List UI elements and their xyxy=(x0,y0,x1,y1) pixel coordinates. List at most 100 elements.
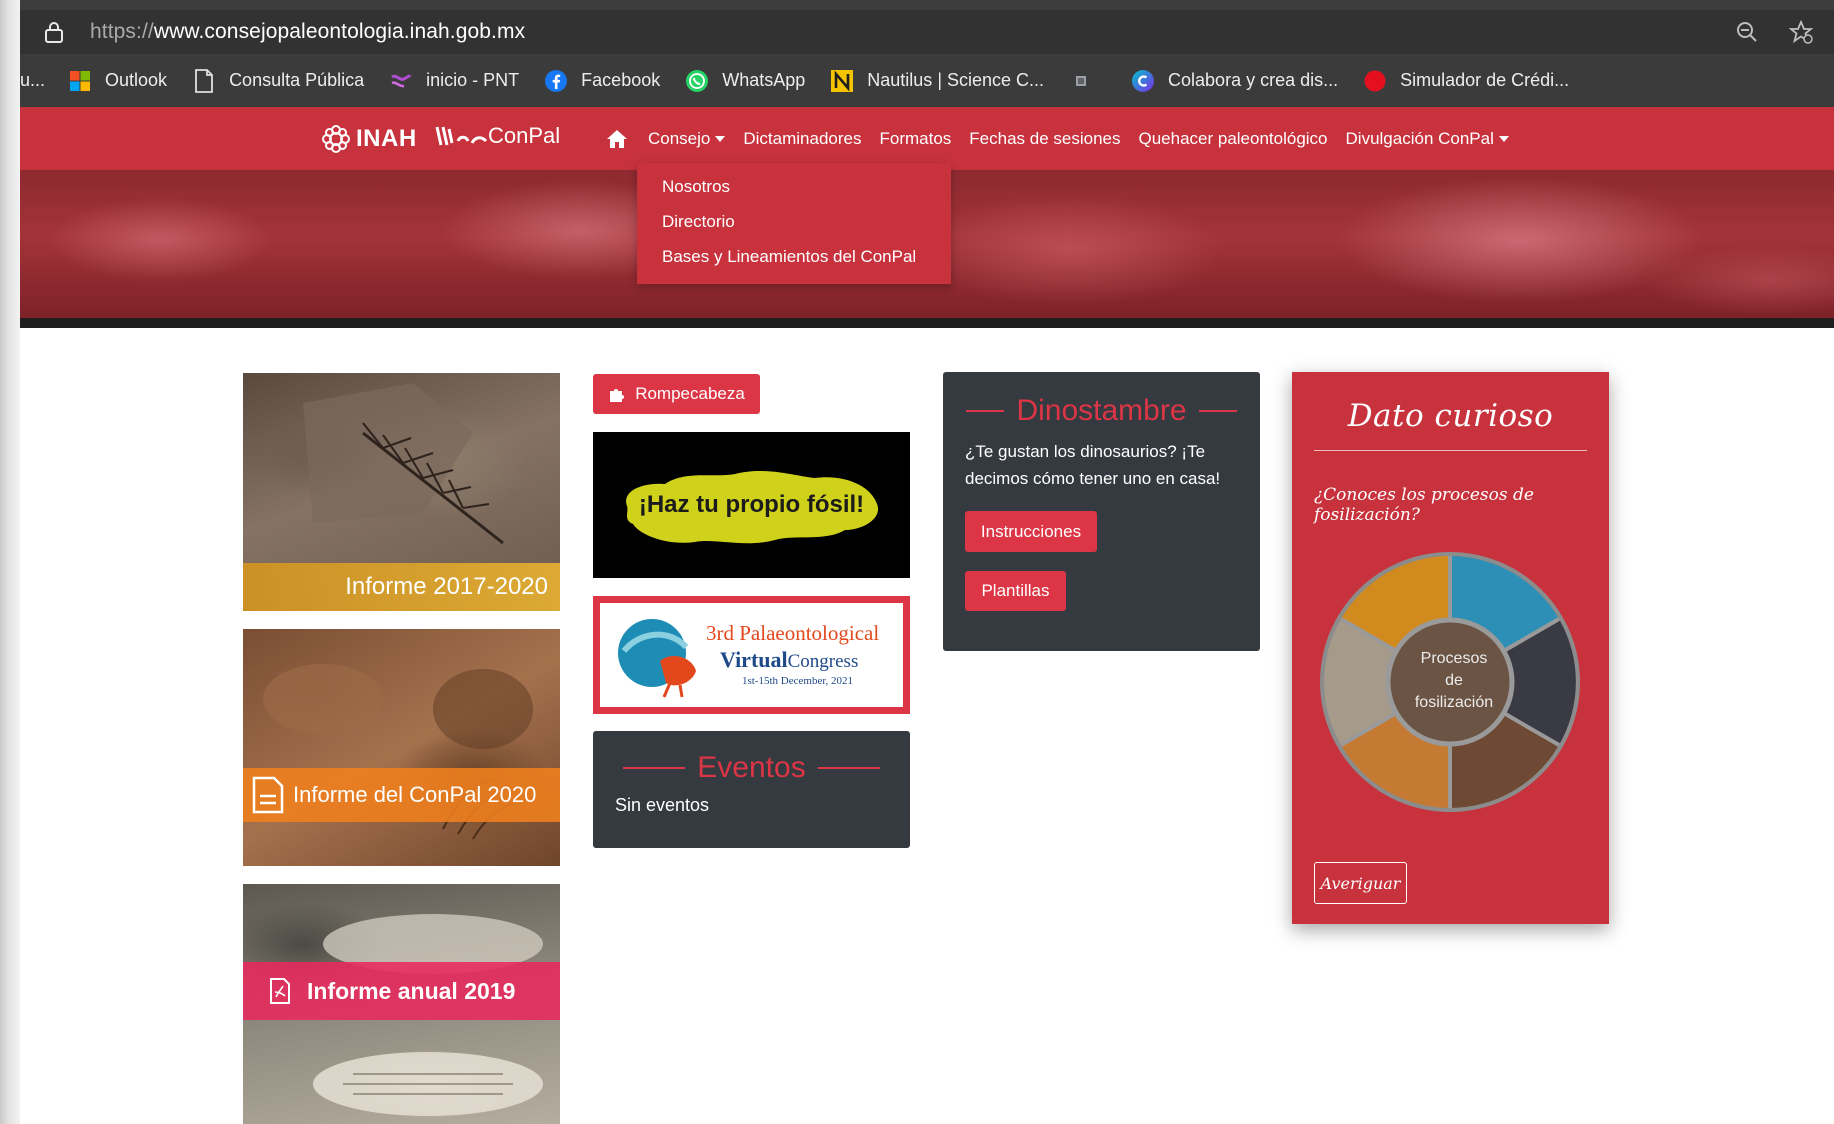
instrucciones-button[interactable]: Instrucciones xyxy=(965,511,1097,552)
pnt-icon xyxy=(388,68,414,94)
url-protocol: https:// xyxy=(90,20,154,43)
congress-dates: 1st-15th December, 2021 xyxy=(742,675,854,687)
congress-word: Congress xyxy=(787,651,859,672)
nav-consejo-label: Consejo xyxy=(648,128,711,148)
conpal-logo[interactable]: ConPal xyxy=(434,123,560,149)
caret-down-icon xyxy=(1498,135,1509,142)
lock-icon[interactable] xyxy=(40,18,68,46)
bookmark-small-favicon[interactable] xyxy=(1068,68,1106,94)
window-top-edge xyxy=(20,0,1834,10)
bookmark-label: Colabora y crea dis... xyxy=(1168,70,1339,90)
inah-logo-text: INAH xyxy=(356,125,417,152)
nav-divulgacion-label: Divulgación ConPal xyxy=(1345,128,1494,148)
averiguar-button[interactable]: Averiguar xyxy=(1314,862,1407,904)
bookmark-facebook[interactable]: Facebook xyxy=(543,68,660,94)
bookmark-whatsapp[interactable]: WhatsApp xyxy=(684,68,805,94)
bookmark-label: Nautilus | Science C... xyxy=(867,70,1045,90)
title-rule xyxy=(1198,410,1237,412)
microsoft-icon xyxy=(67,68,93,94)
eventos-title-text: Eventos xyxy=(697,751,806,784)
rompecabeza-label: Rompecabeza xyxy=(635,384,745,403)
bookmark-label: Outlook xyxy=(105,70,168,90)
url-host: www.consejopaleontologia.inah.gob.mx xyxy=(153,20,526,43)
nav-quehacer-paleontologico[interactable]: Quehacer paleontológico xyxy=(1138,129,1327,149)
title-rule xyxy=(623,767,686,769)
nav-formatos[interactable]: Formatos xyxy=(879,129,951,149)
conpal-logo-text: ConPal xyxy=(488,123,561,148)
rompecabeza-button[interactable]: Rompecabeza xyxy=(593,374,760,414)
document-icon xyxy=(191,68,217,94)
whatsapp-icon xyxy=(684,68,710,94)
eventos-card: Eventos Sin eventos xyxy=(593,731,910,848)
report-card-anual-2019[interactable]: Informe anual 2019 xyxy=(243,884,560,1124)
bookmarks-bar: u... Outlook Consulta Pública inicio - P… xyxy=(20,54,1834,107)
document-icon xyxy=(252,776,284,814)
dropdown-item-directorio[interactable]: Directorio xyxy=(637,210,951,245)
favorite-star-icon[interactable] xyxy=(1788,19,1814,45)
small-favicon-icon xyxy=(1068,68,1094,94)
congress-virtual: Virtual xyxy=(720,647,788,672)
wheel-center-line: de xyxy=(1445,672,1463,689)
dropdown-item-bases-lineamientos[interactable]: Bases y Lineamientos del ConPal xyxy=(637,245,951,280)
bookmark-label: Facebook xyxy=(581,70,661,90)
wheel-center-line: Procesos xyxy=(1420,650,1488,667)
facebook-icon xyxy=(543,68,569,94)
report-title: Informe del ConPal 2020 xyxy=(293,782,537,807)
zoom-out-icon[interactable] xyxy=(1734,19,1760,45)
dato-curioso-rule xyxy=(1314,450,1587,451)
dato-curioso-card: Dato curioso ¿Conoces los procesos de fo… xyxy=(1292,372,1609,924)
nav-dictaminadores[interactable]: Dictaminadores xyxy=(743,129,861,149)
report-card-conpal-2020[interactable]: Informe del ConPal 2020 xyxy=(243,629,560,866)
fossil-banner-text: ¡Haz tu propio fósil! xyxy=(638,491,865,518)
bookmark-nautilus[interactable]: Nautilus | Science C... xyxy=(829,68,1044,94)
bookmark-label: Consulta Pública xyxy=(229,70,365,90)
nautilus-icon xyxy=(829,68,855,94)
title-rule xyxy=(817,767,880,769)
bookmark-canva[interactable]: Colabora y crea dis... xyxy=(1130,68,1338,94)
bookmark-simulador[interactable]: Simulador de Crédi... xyxy=(1362,68,1569,94)
bookmark-label: u... xyxy=(20,70,46,90)
report-card-2017-2020[interactable]: Informe 2017-2020 xyxy=(243,373,560,611)
red-circle-icon xyxy=(1362,68,1388,94)
eventos-title: Eventos xyxy=(593,751,910,785)
bookmark-truncated[interactable]: u... xyxy=(20,70,45,91)
consejo-dropdown-menu: Nosotros Directorio Bases y Lineamientos… xyxy=(637,163,951,284)
desktop-background-strip xyxy=(0,0,20,1124)
browser-window: https://www.consejopaleontologia.inah.go… xyxy=(20,0,1834,1124)
conpal-fossil-icon xyxy=(435,126,488,146)
pdf-icon xyxy=(270,978,290,1004)
title-rule xyxy=(966,410,1005,412)
bookmark-label: WhatsApp xyxy=(722,70,806,90)
puzzle-icon xyxy=(610,389,625,402)
dato-curioso-title: Dato curioso xyxy=(1347,398,1554,434)
report-band: Informe 2017-2020 xyxy=(243,563,560,611)
nav-consejo[interactable]: Consejo xyxy=(648,128,726,149)
report-band: Informe del ConPal 2020 xyxy=(243,768,560,822)
bookmark-outlook[interactable]: Outlook xyxy=(67,68,167,94)
inah-emblem-icon xyxy=(322,125,350,153)
dropdown-item-nosotros[interactable]: Nosotros xyxy=(637,175,951,210)
nav-fechas-de-sesiones[interactable]: Fechas de sesiones xyxy=(969,129,1120,149)
dinostambre-title: Dinostambre xyxy=(943,394,1260,428)
dinostambre-title-text: Dinostambre xyxy=(1016,394,1187,427)
inah-logo[interactable]: INAH xyxy=(320,123,417,155)
haz-tu-fosil-banner[interactable]: ¡Haz tu propio fósil! xyxy=(593,432,910,578)
canva-icon xyxy=(1130,68,1156,94)
plantillas-button[interactable]: Plantillas xyxy=(965,571,1066,611)
virtual-congress-banner[interactable]: 3rd Palaeontological VirtualCongress 1st… xyxy=(593,596,910,714)
caret-down-icon xyxy=(715,135,726,142)
bookmark-consulta-publica[interactable]: Consulta Pública xyxy=(191,68,364,94)
address-bar[interactable]: https://www.consejopaleontologia.inah.go… xyxy=(20,10,1834,54)
home-icon[interactable] xyxy=(604,126,630,152)
site-navbar: INAH ConPal Consejo Dictaminadores Forma… xyxy=(20,107,1834,170)
bookmark-inicio-pnt[interactable]: inicio - PNT xyxy=(388,68,519,94)
url-text[interactable]: https://www.consejopaleontologia.inah.go… xyxy=(90,20,525,44)
report-title: Informe 2017-2020 xyxy=(345,573,548,600)
congress-subtitle: VirtualCongress xyxy=(720,647,858,673)
hero-divider xyxy=(20,318,1834,328)
bookmark-label: Simulador de Crédi... xyxy=(1400,70,1570,90)
congress-globe-icon xyxy=(618,619,696,698)
wheel-center-line: fosilización xyxy=(1414,694,1494,711)
nav-divulgacion-conpal[interactable]: Divulgación ConPal xyxy=(1346,129,1509,149)
dinostambre-card: Dinostambre ¿Te gustan los dinosaurios? … xyxy=(943,372,1260,651)
